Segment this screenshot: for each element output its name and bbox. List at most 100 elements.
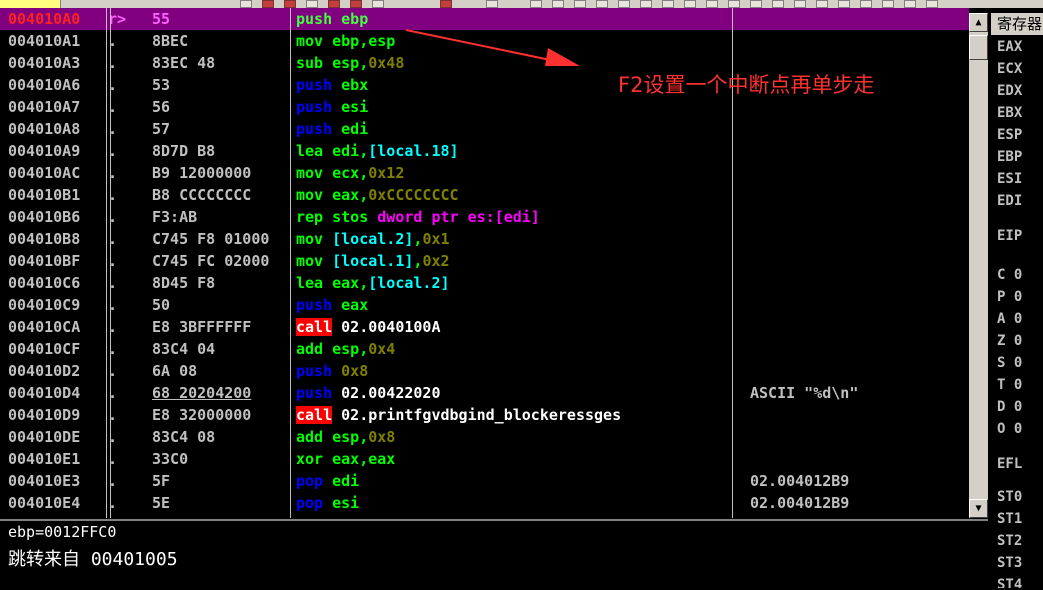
toolbar-button[interactable] — [552, 0, 564, 8]
disassembly-scrollbar[interactable]: ▲ ▼ — [969, 13, 988, 518]
toolbar-button[interactable] — [706, 0, 718, 8]
toolbar-button[interactable] — [794, 0, 806, 8]
instruction-token: mov — [296, 230, 324, 248]
row-address: 004010A1 — [8, 32, 81, 50]
disasm-row[interactable]: 004010D4. 68 20204200 push 02.00422020 ASCI… — [0, 382, 969, 404]
disasm-row[interactable]: 004010A9. 8D7D B8 lea edi,[local.18] — [0, 140, 969, 162]
toolbar-button[interactable] — [750, 0, 762, 8]
row-instruction: rep stos dword ptr es:[edi] — [296, 206, 730, 228]
instruction-token: 02.0040100A — [332, 318, 441, 336]
toolbar-button[interactable] — [372, 0, 384, 8]
row-marker: . — [108, 362, 118, 380]
toolbar-button[interactable] — [328, 0, 340, 8]
disasm-row[interactable]: 004010CA. E8 3BFFFFFF call 02.0040100A — [0, 316, 969, 338]
toolbar-button[interactable] — [772, 0, 784, 8]
instruction-token: 0x1 — [422, 230, 450, 248]
disasm-row[interactable]: 004010A7. 56 push esi — [0, 96, 969, 118]
info-line-ebp: ebp=0012FFC0 — [8, 523, 117, 541]
disasm-row[interactable]: 004010A0 r> 55 push ebp — [0, 8, 969, 30]
disasm-row[interactable]: 004010E1. 33C0 xor eax,eax — [0, 448, 969, 470]
toolbar-button[interactable] — [440, 0, 452, 8]
disasm-row[interactable]: 004010DE. 83C4 08 add esp,0x8 — [0, 426, 969, 448]
row-address: 004010C6 — [8, 274, 81, 292]
disasm-row[interactable]: 004010A8. 57 push edi — [0, 118, 969, 140]
toolbar-button[interactable] — [618, 0, 630, 8]
disasm-row[interactable]: 004010BF. C745 FC 02000 mov [local.1],0x2 — [0, 250, 969, 272]
toolbar-button[interactable] — [816, 0, 828, 8]
toolbar-button[interactable] — [838, 0, 850, 8]
disasm-row[interactable]: 004010C9. 50 push eax — [0, 294, 969, 316]
row-comment — [750, 8, 965, 30]
registers-pane[interactable]: 寄存器 EAX ECX EDX EBX ESP EBP ESI EDI EIP C 0 P 0 A 0… — [991, 13, 1043, 588]
scroll-thumb[interactable] — [969, 35, 988, 60]
column-divider — [106, 8, 107, 518]
disasm-row[interactable]: 004010A1. 8BEC mov ebp,esp — [0, 30, 969, 52]
instruction-token: esp, — [323, 340, 369, 358]
row-instruction: push edi — [296, 118, 730, 140]
toolbar-button[interactable] — [662, 0, 674, 8]
row-instruction: pop esi — [296, 492, 730, 514]
toolbar-button[interactable] — [284, 0, 296, 8]
row-address: 004010A7 — [8, 98, 81, 116]
instruction-token: eax, — [323, 186, 369, 204]
row-marker: . — [108, 32, 118, 50]
row-marker: . — [108, 340, 118, 358]
toolbar-button[interactable] — [350, 0, 362, 8]
toolbar-button[interactable] — [262, 0, 274, 8]
toolbar-button[interactable] — [240, 0, 252, 8]
scroll-up-icon[interactable]: ▲ — [969, 13, 988, 32]
toolbar-button[interactable] — [306, 0, 318, 8]
row-marker: . — [108, 252, 118, 270]
disasm-row[interactable]: 004010D2. 6A 08 push 0x8 — [0, 360, 969, 382]
toolbar-button[interactable] — [596, 0, 608, 8]
scroll-down-icon[interactable]: ▼ — [969, 499, 988, 518]
toolbar-button[interactable] — [574, 0, 586, 8]
instruction-token: push — [296, 98, 333, 116]
toolbar-button[interactable] — [530, 0, 542, 8]
row-marker: . — [108, 494, 118, 512]
disasm-row[interactable]: 004010C6. 8D45 F8 lea eax,[local.2] — [0, 272, 969, 294]
instruction-token: mov — [296, 32, 324, 50]
row-instruction: add esp,0x8 — [296, 426, 730, 448]
row-marker: . — [108, 406, 118, 424]
toolbar-button[interactable] — [926, 0, 938, 8]
disasm-row[interactable]: 004010CF. 83C4 04 add esp,0x4 — [0, 338, 969, 360]
register-label: EAX — [997, 39, 1023, 55]
instruction-token: ebp — [332, 10, 369, 28]
disasm-row[interactable]: 004010D9. E8 32000000 call 02.printfgvdbgi… — [0, 404, 969, 426]
info-pane[interactable]: ebp=0012FFC0 跳转来自 00401005 — [0, 519, 988, 590]
register-label: EDI — [997, 193, 1023, 209]
disasm-row[interactable]: 004010E3. 5F pop edi 02.004012B9 — [0, 470, 969, 492]
row-instruction: lea edi,[local.18] — [296, 140, 730, 162]
instruction-token: pop — [296, 472, 324, 490]
row-comment — [750, 206, 965, 228]
disasm-row[interactable]: 004010B6. F3:AB rep stos dword ptr es:[edi… — [0, 206, 969, 228]
toolbar-button[interactable] — [860, 0, 872, 8]
toolbar-button[interactable] — [640, 0, 652, 8]
row-comment — [750, 140, 965, 162]
toolbar-button[interactable] — [904, 0, 916, 8]
toolbar-button[interactable] — [882, 0, 894, 8]
row-hex-dump: 57 — [152, 120, 171, 138]
row-marker: . — [108, 164, 118, 182]
row-marker: . — [108, 54, 118, 72]
row-hex-dump: C745 FC 02000 — [152, 252, 270, 270]
disasm-row[interactable]: 004010E4. 5E pop esi 02.004012B9 — [0, 492, 969, 514]
toolbar-button[interactable] — [486, 0, 498, 8]
instruction-token: call — [296, 406, 333, 424]
register-label: ST4 — [997, 577, 1023, 588]
toolbar-button[interactable] — [728, 0, 740, 8]
row-marker: . — [108, 98, 118, 116]
instruction-token: edi — [323, 472, 360, 490]
disasm-row[interactable]: 004010B8. C745 F8 01000 mov [local.2],0x1 — [0, 228, 969, 250]
instruction-token: 0x4 — [368, 340, 396, 358]
toolbar-current-field[interactable] — [0, 0, 61, 8]
disasm-row[interactable]: 004010AC. B9 12000000 mov ecx,0x12 — [0, 162, 969, 184]
row-comment — [750, 360, 965, 382]
row-address: 004010CF — [8, 340, 81, 358]
disasm-row[interactable]: 004010B1. B8 CCCCCCCC mov eax,0xCCCCCCCC — [0, 184, 969, 206]
toolbar-button[interactable] — [684, 0, 696, 8]
row-marker: r> — [108, 10, 127, 28]
row-hex-dump: 8D45 F8 — [152, 274, 216, 292]
row-address: 004010A3 — [8, 54, 81, 72]
